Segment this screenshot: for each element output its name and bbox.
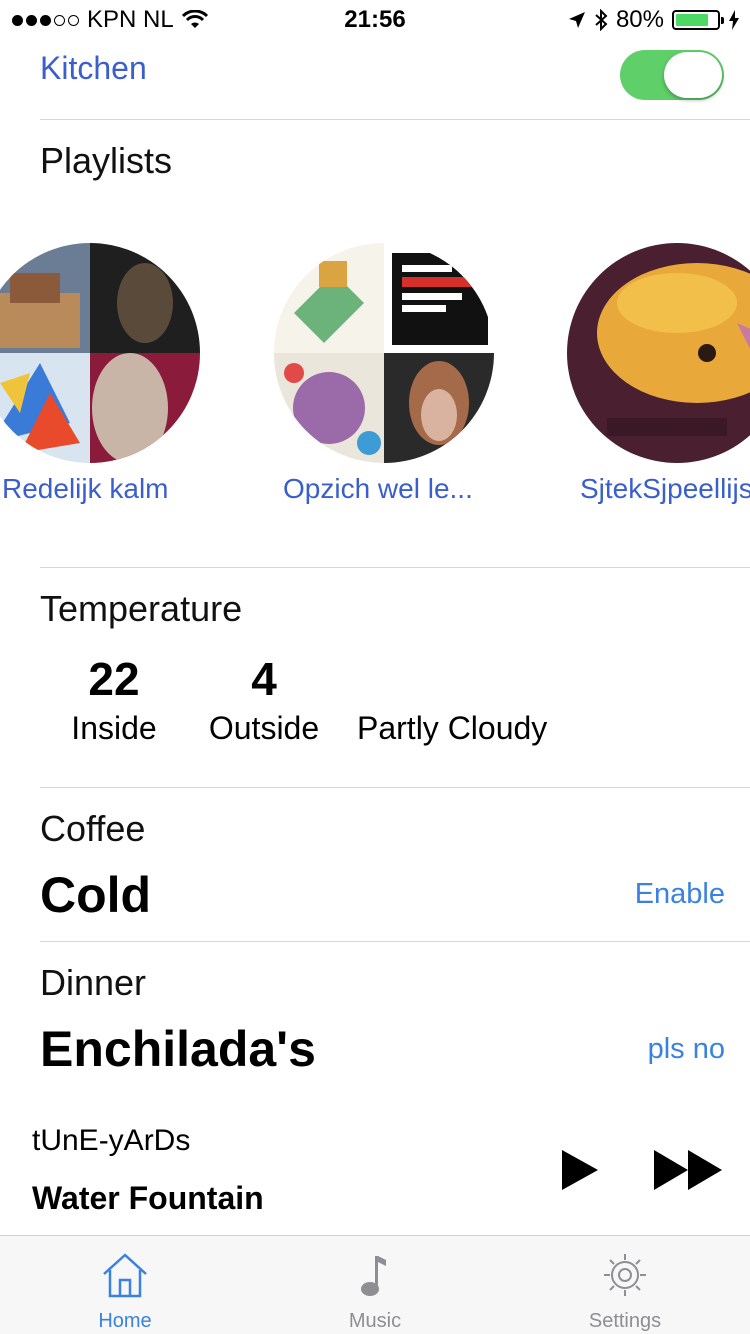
battery-percent: 80% — [615, 6, 664, 33]
coffee-status: Cold — [40, 867, 152, 923]
inside-temp-label: Inside — [71, 710, 157, 746]
music-note-icon — [361, 1256, 386, 1296]
status-bar: KPN NL 21:56 80% — [0, 0, 750, 40]
now-playing-bar: tUnE-yArDs Water Fountain — [0, 1110, 750, 1235]
status-right: 80% — [568, 6, 740, 34]
dinner-title: Dinner — [40, 962, 147, 1003]
tab-home[interactable]: Home — [0, 1236, 250, 1334]
tab-settings[interactable]: Settings — [500, 1236, 750, 1334]
inside-temp-value: 22 — [88, 653, 140, 705]
outside-temp-label: Outside — [208, 710, 320, 746]
kitchen-label: Kitchen — [40, 50, 147, 86]
playlist-name: Opzich wel le... — [283, 473, 473, 504]
playlists-title: Playlists — [40, 140, 173, 181]
divider — [40, 567, 750, 568]
tab-bar: Home Music Settings — [0, 1235, 750, 1334]
now-playing-track: Water Fountain — [32, 1180, 264, 1216]
tab-music[interactable]: Music — [250, 1236, 500, 1334]
toggle-knob — [664, 52, 722, 98]
play-button[interactable] — [560, 1148, 600, 1192]
temperature-title: Temperature — [40, 588, 243, 629]
coffee-enable-button[interactable]: Enable — [635, 878, 725, 911]
location-arrow-icon — [568, 12, 585, 28]
playlist-cover-image — [0, 243, 200, 463]
house-icon — [103, 1253, 147, 1298]
playlist-cover-image — [567, 243, 750, 463]
divider — [40, 787, 750, 788]
tab-label: Home — [98, 1310, 152, 1332]
dinner-reject-button[interactable]: pls no — [648, 1033, 725, 1066]
now-playing-artist: tUnE-yArDs — [32, 1124, 191, 1157]
weather-condition: Partly Cloudy — [357, 710, 548, 746]
coffee-title: Coffee — [40, 808, 146, 849]
tab-label: Settings — [588, 1310, 662, 1332]
gear-icon — [604, 1254, 646, 1296]
charging-bolt-icon — [729, 10, 739, 30]
divider — [40, 941, 750, 942]
battery-fill — [676, 14, 708, 26]
bluetooth-icon — [595, 9, 608, 31]
tab-label: Music — [348, 1310, 402, 1332]
playlist-name: Redelijk kalm — [2, 473, 169, 504]
battery-icon — [672, 10, 724, 30]
dinner-value: Enchilada's — [40, 1021, 316, 1077]
fast-forward-button[interactable] — [652, 1148, 724, 1192]
divider — [40, 119, 750, 120]
playlist-name: SjtekSjpeellijs — [580, 473, 750, 504]
kitchen-toggle[interactable] — [620, 50, 724, 100]
outside-temp-value: 4 — [251, 653, 277, 705]
playlist-cover-image — [274, 243, 494, 463]
